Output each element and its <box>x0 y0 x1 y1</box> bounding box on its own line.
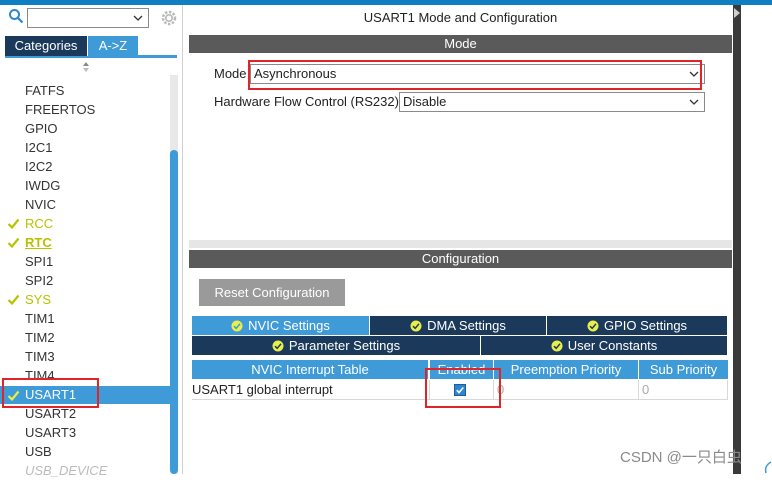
list-item-usart3[interactable]: USART3 <box>25 424 76 442</box>
hwflow-select-value: Disable <box>403 94 447 109</box>
check-icon <box>7 294 20 306</box>
search-input[interactable] <box>27 8 149 28</box>
list-item-i2c2[interactable]: I2C2 <box>25 158 52 176</box>
sort-icon[interactable] <box>80 61 92 73</box>
collapse-strip[interactable] <box>733 5 741 474</box>
collapse-arrow-icon[interactable] <box>733 6 741 20</box>
check-circle-icon <box>410 320 422 332</box>
tab-nvic-settings[interactable]: NVIC Settings <box>192 316 370 335</box>
list-item-rcc[interactable]: RCC <box>25 215 53 233</box>
search-icon[interactable] <box>8 8 24 24</box>
section-divider <box>189 240 732 248</box>
check-circle-icon <box>272 340 284 352</box>
tab-a-z[interactable]: A->Z <box>88 36 138 56</box>
list-item-tim2[interactable]: TIM2 <box>25 329 55 347</box>
check-circle-icon <box>231 320 243 332</box>
list-item-usb[interactable]: USB <box>25 443 52 461</box>
list-item-tim3[interactable]: TIM3 <box>25 348 55 366</box>
preemption-priority-cell[interactable]: 0 <box>494 380 639 400</box>
reset-configuration-button[interactable]: Reset Configuration <box>199 279 345 306</box>
check-icon <box>7 218 20 230</box>
tab-categories[interactable]: Categories <box>5 36 87 56</box>
list-item-usb-device[interactable]: USB_DEVICE <box>25 462 107 480</box>
column-header-preemption: Preemption Priority <box>494 360 639 379</box>
list-item-spi2[interactable]: SPI2 <box>25 272 53 290</box>
list-item-nvic[interactable]: NVIC <box>25 196 56 214</box>
list-item-iwdg[interactable]: IWDG <box>25 177 60 195</box>
hwflow-label: Hardware Flow Control (RS232) <box>214 94 399 109</box>
list-item-i2c1[interactable]: I2C1 <box>25 139 52 157</box>
configuration-section-header: Configuration <box>189 250 732 268</box>
page-title: USART1 Mode and Configuration <box>363 10 558 25</box>
watermark: CSDN @一只白虫 <box>620 449 742 466</box>
check-circle-icon <box>551 340 563 352</box>
list-item-freertos[interactable]: FREERTOS <box>25 101 95 119</box>
list-item-sys[interactable]: SYS <box>25 291 51 309</box>
chevron-down-icon[interactable] <box>132 12 144 24</box>
sub-priority-cell[interactable]: 0 <box>639 380 728 400</box>
tab-gpio-label: GPIO Settings <box>603 318 688 333</box>
tab-user-constants-label: User Constants <box>567 338 658 353</box>
check-circle-icon <box>587 320 599 332</box>
mode-section-header: Mode <box>189 35 732 53</box>
hwflow-select[interactable]: Disable <box>399 92 705 112</box>
chevron-down-icon[interactable] <box>688 96 700 108</box>
tab-dma-label: DMA Settings <box>427 318 506 333</box>
tab-gpio-settings[interactable]: GPIO Settings <box>547 316 727 335</box>
highlight-box-usart1 <box>2 378 99 408</box>
category-tabs: Categories A->Z <box>5 36 177 56</box>
list-item-fatfs[interactable]: FATFS <box>25 82 64 100</box>
list-item-gpio[interactable]: GPIO <box>25 120 58 138</box>
tab-parameter-settings[interactable]: Parameter Settings <box>192 336 481 355</box>
column-header-interrupt: NVIC Interrupt Table <box>192 360 429 379</box>
tab-dma-settings[interactable]: DMA Settings <box>370 316 547 335</box>
gear-icon[interactable] <box>160 9 178 27</box>
interrupt-name-cell: USART1 global interrupt <box>192 380 430 400</box>
tab-parameter-label: Parameter Settings <box>288 338 401 353</box>
check-icon <box>7 237 20 249</box>
list-item-rtc[interactable]: RTC <box>25 234 52 252</box>
mode-label: Mode <box>214 66 247 81</box>
edge-fragment-icon <box>764 461 772 474</box>
highlight-box-mode <box>248 60 702 90</box>
highlight-box-enabled <box>425 368 501 408</box>
column-header-sub-priority: Sub Priority <box>639 360 728 379</box>
tab-user-constants[interactable]: User Constants <box>481 336 727 355</box>
tab-divider <box>5 56 177 58</box>
tab-nvic-label: NVIC Settings <box>248 318 330 333</box>
list-item-spi1[interactable]: SPI1 <box>25 253 53 271</box>
list-scrollbar-thumb[interactable] <box>170 150 178 474</box>
list-item-tim1[interactable]: TIM1 <box>25 310 55 328</box>
